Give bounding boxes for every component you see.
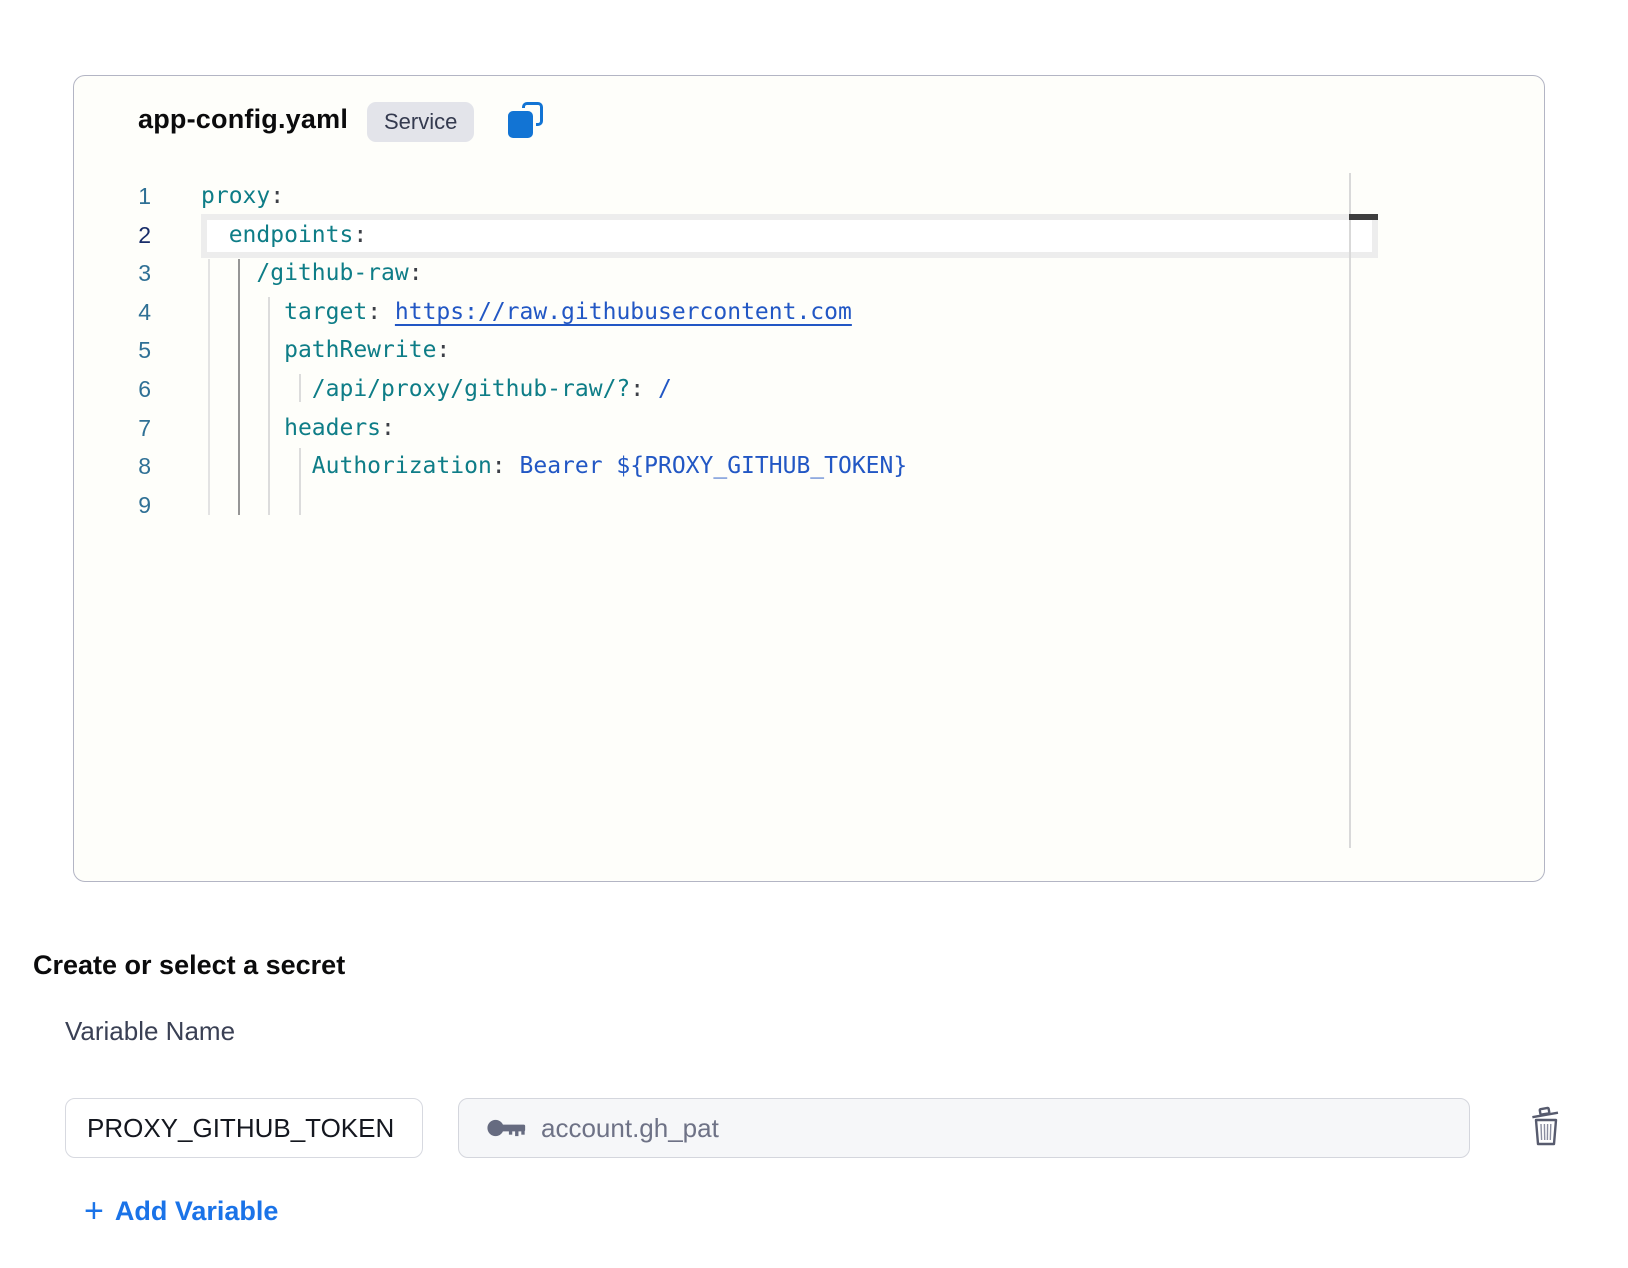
code-line-2[interactable]: endpoints: bbox=[201, 216, 907, 255]
add-variable-button[interactable]: + Add Variable bbox=[84, 1194, 278, 1228]
secret-select[interactable]: account.gh_pat bbox=[458, 1098, 1470, 1158]
secret-select-value: account.gh_pat bbox=[541, 1113, 719, 1144]
line-number: 4 bbox=[74, 293, 151, 332]
delete-variable-button[interactable] bbox=[1528, 1104, 1564, 1150]
code-line-6[interactable]: /api/proxy/github-raw/?: / bbox=[201, 370, 907, 409]
line-number: 7 bbox=[74, 409, 151, 448]
line-number: 1 bbox=[74, 177, 151, 216]
plus-icon: + bbox=[84, 1194, 104, 1228]
yaml-editor[interactable]: 123456789 proxy: endpoints: /github-raw:… bbox=[74, 76, 1544, 881]
variable-name-input[interactable]: PROXY_GITHUB_TOKEN bbox=[65, 1098, 423, 1158]
code-editor-card: app-config.yaml Service 123456789 proxy:… bbox=[73, 75, 1545, 882]
variable-name-label: Variable Name bbox=[65, 1016, 235, 1047]
trash-icon bbox=[1529, 1104, 1563, 1148]
code-line-5[interactable]: pathRewrite: bbox=[201, 331, 907, 370]
line-number-gutter: 123456789 bbox=[74, 177, 151, 524]
code-line-3[interactable]: /github-raw: bbox=[201, 254, 907, 293]
code-line-1[interactable]: proxy: bbox=[201, 177, 907, 216]
editor-scrollbar-track[interactable] bbox=[1349, 173, 1351, 848]
key-icon bbox=[486, 1115, 528, 1141]
section-heading: Create or select a secret bbox=[33, 950, 345, 981]
code-content: proxy: endpoints: /github-raw: target: h… bbox=[201, 177, 907, 524]
line-number: 5 bbox=[74, 331, 151, 370]
add-variable-label: Add Variable bbox=[115, 1196, 279, 1227]
line-number: 8 bbox=[74, 447, 151, 486]
code-url-link[interactable]: https://raw.githubusercontent.com bbox=[395, 299, 852, 325]
code-line-7[interactable]: headers: bbox=[201, 409, 907, 448]
variable-name-value: PROXY_GITHUB_TOKEN bbox=[87, 1113, 394, 1144]
code-line-4[interactable]: target: https://raw.githubusercontent.co… bbox=[201, 293, 907, 332]
scroll-indicator bbox=[1349, 214, 1378, 220]
line-number: 2 bbox=[74, 216, 151, 255]
page: app-config.yaml Service 123456789 proxy:… bbox=[0, 0, 1628, 1268]
line-number: 6 bbox=[74, 370, 151, 409]
code-line-8[interactable]: Authorization: Bearer ${PROXY_GITHUB_TOK… bbox=[201, 447, 907, 486]
code-line-9[interactable] bbox=[201, 486, 907, 525]
line-number: 9 bbox=[74, 486, 151, 525]
line-number: 3 bbox=[74, 254, 151, 293]
